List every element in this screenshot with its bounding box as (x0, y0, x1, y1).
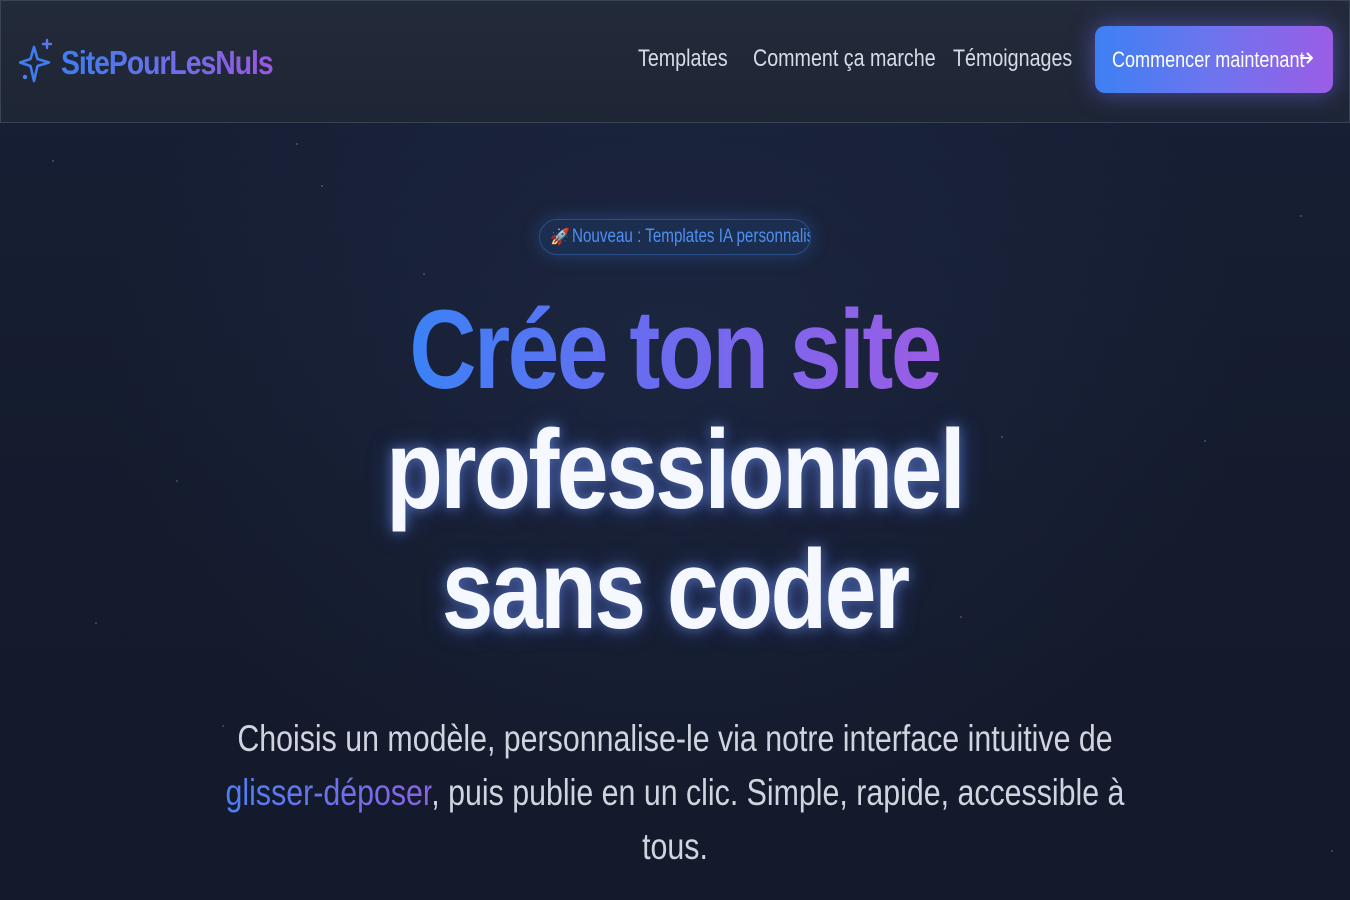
background-star (52, 160, 54, 162)
nav-link-templates[interactable]: Templates (638, 45, 728, 73)
background-star (321, 185, 323, 187)
arrow-right-icon (1300, 52, 1313, 64)
description-part-2: , puis publie en un clic. Simple, rapide… (431, 772, 1125, 867)
description-highlight: glisser-déposer (225, 772, 432, 813)
get-started-button[interactable]: Commencer maintenant (1095, 26, 1333, 93)
nav-link-how-it-works[interactable]: Comment ça marche (753, 45, 936, 73)
get-started-label: Commencer maintenant (1112, 46, 1305, 72)
background-star (296, 143, 298, 145)
headline-line-3: sans coder (442, 527, 910, 652)
nav-link-testimonials[interactable]: Témoignages (953, 45, 1072, 73)
sparkle-icon (19, 38, 53, 83)
background-star (1300, 215, 1302, 217)
headline-line-2: professionnel (386, 407, 966, 532)
background-star (1331, 850, 1333, 852)
brand-logo[interactable]: SitePourLesNuls (19, 37, 307, 89)
badge-text: Nouveau : Templates IA personnalisés (571, 226, 811, 247)
headline-line-1: Crée ton site (409, 287, 943, 412)
hero-description: Choisis un modèle, personnalise-le via n… (200, 712, 1150, 874)
announcement-badge[interactable]: 🚀 Nouveau : Templates IA personnalisés (539, 219, 811, 255)
background-star (423, 273, 425, 275)
landing-page: SitePourLesNuls Templates Comment ça mar… (0, 0, 1350, 900)
description-part-1: Choisis un modèle, personnalise-le via n… (237, 718, 1113, 759)
top-navbar: SitePourLesNuls Templates Comment ça mar… (0, 0, 1350, 123)
rocket-icon: 🚀 (550, 229, 570, 246)
brand-name: SitePourLesNuls (61, 44, 274, 81)
hero-headline: Crée ton site professionnel sans coder (0, 290, 1350, 650)
